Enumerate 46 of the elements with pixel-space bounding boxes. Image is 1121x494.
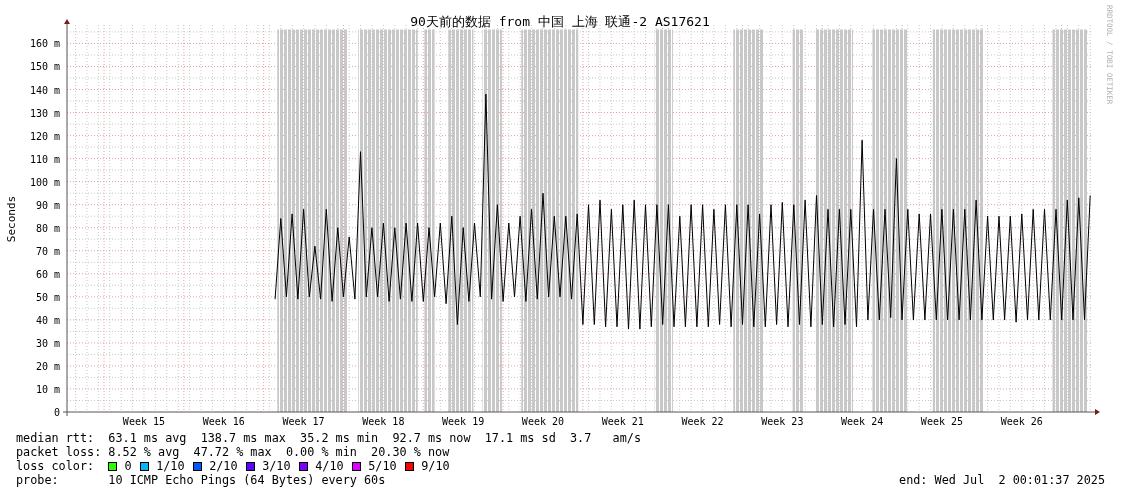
swatch-label: 3/10 xyxy=(262,459,291,473)
swatch-label: 0 xyxy=(124,459,132,473)
x-tick-label: Week 23 xyxy=(761,416,804,427)
stat-label: median rtt: xyxy=(16,431,96,445)
stat-label: packet loss: xyxy=(16,445,103,459)
x-tick-label: Week 19 xyxy=(442,416,485,427)
x-tick-label: Week 18 xyxy=(362,416,405,427)
x-tick-label: Week 25 xyxy=(920,416,964,427)
y-tick-label: 30 m xyxy=(35,337,60,349)
x-tick-label: Week 26 xyxy=(1000,416,1043,427)
y-tick-label: 150 m xyxy=(29,61,60,73)
y-tick-label: 50 m xyxy=(35,291,60,303)
y-tick-label: 60 m xyxy=(35,268,60,280)
loss-stats: 8.52 % avg 47.72 % max 0.00 % min 20.30 % now xyxy=(108,445,450,459)
swatch-label: 4/10 xyxy=(315,459,344,473)
stat-label: loss color: xyxy=(16,459,96,473)
y-tick-label: 10 m xyxy=(35,383,60,395)
y-tick-label: 70 m xyxy=(35,245,60,257)
y-axis-label: Seconds xyxy=(5,195,18,243)
y-tick-label: 100 m xyxy=(29,176,60,188)
y-tick-label: 20 m xyxy=(35,360,60,372)
probe-text: 10 ICMP Echo Pings (64 Bytes) every 60s xyxy=(108,473,386,487)
end-time: end: Wed Jul 2 00:01:37 2025 xyxy=(899,473,1105,487)
y-tick-label: 140 m xyxy=(29,84,60,96)
swatch-label: 2/10 xyxy=(209,459,238,473)
swatch-label: 5/10 xyxy=(368,459,397,473)
rtt-stats: 63.1 ms avg 138.7 ms max 35.2 ms min 92.7 ms now 17.1 ms sd 3.7 am/s xyxy=(108,431,641,445)
swatch-label: 1/10 xyxy=(156,459,185,473)
x-tick-label: Week 22 xyxy=(681,416,724,427)
chart-title: 90天前的数据 from 中国 上海 联通-2 AS17621 xyxy=(410,14,710,29)
y-tick-label: 0 xyxy=(53,407,60,418)
x-tick-label: Week 24 xyxy=(841,416,884,427)
stat-label: probe: xyxy=(16,473,60,487)
y-tick-label: 40 m xyxy=(35,314,60,326)
y-tick-label: 90 m xyxy=(35,199,60,211)
y-tick-label: 120 m xyxy=(29,130,60,142)
swatch-label: 9/10 xyxy=(421,459,450,473)
y-tick-label: 110 m xyxy=(29,153,60,165)
x-tick-label: Week 15 xyxy=(122,416,166,427)
x-tick-label: Week 20 xyxy=(521,416,565,427)
x-tick-label: Week 17 xyxy=(282,416,325,427)
y-tick-label: 160 m xyxy=(29,38,60,50)
y-tick-label: 130 m xyxy=(29,107,60,119)
y-tick-label: 80 m xyxy=(35,222,60,234)
x-tick-label: Week 16 xyxy=(202,416,245,427)
x-tick-label: Week 21 xyxy=(601,416,644,427)
